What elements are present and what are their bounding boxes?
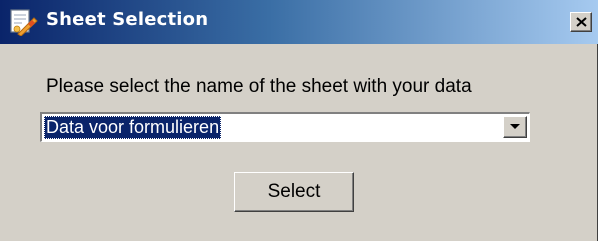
select-button[interactable]: Select (234, 172, 354, 212)
chevron-down-icon (510, 124, 520, 129)
close-icon (576, 17, 587, 27)
sheet-app-icon (8, 8, 38, 37)
sheet-select-combobox[interactable]: Data voor formulieren (40, 112, 530, 142)
close-button[interactable] (570, 12, 592, 32)
combobox-selected-value: Data voor formulieren (44, 116, 222, 139)
sheet-prompt-label: Please select the name of the sheet with… (46, 76, 472, 97)
title-bar[interactable]: Sheet Selection (0, 0, 598, 44)
combobox-selected-wrap: Data voor formulieren (44, 116, 222, 139)
sheet-selection-dialog: Sheet Selection Please select the name o… (0, 0, 598, 241)
dialog-title: Sheet Selection (46, 9, 209, 30)
combobox-dropdown-button[interactable] (503, 116, 527, 138)
